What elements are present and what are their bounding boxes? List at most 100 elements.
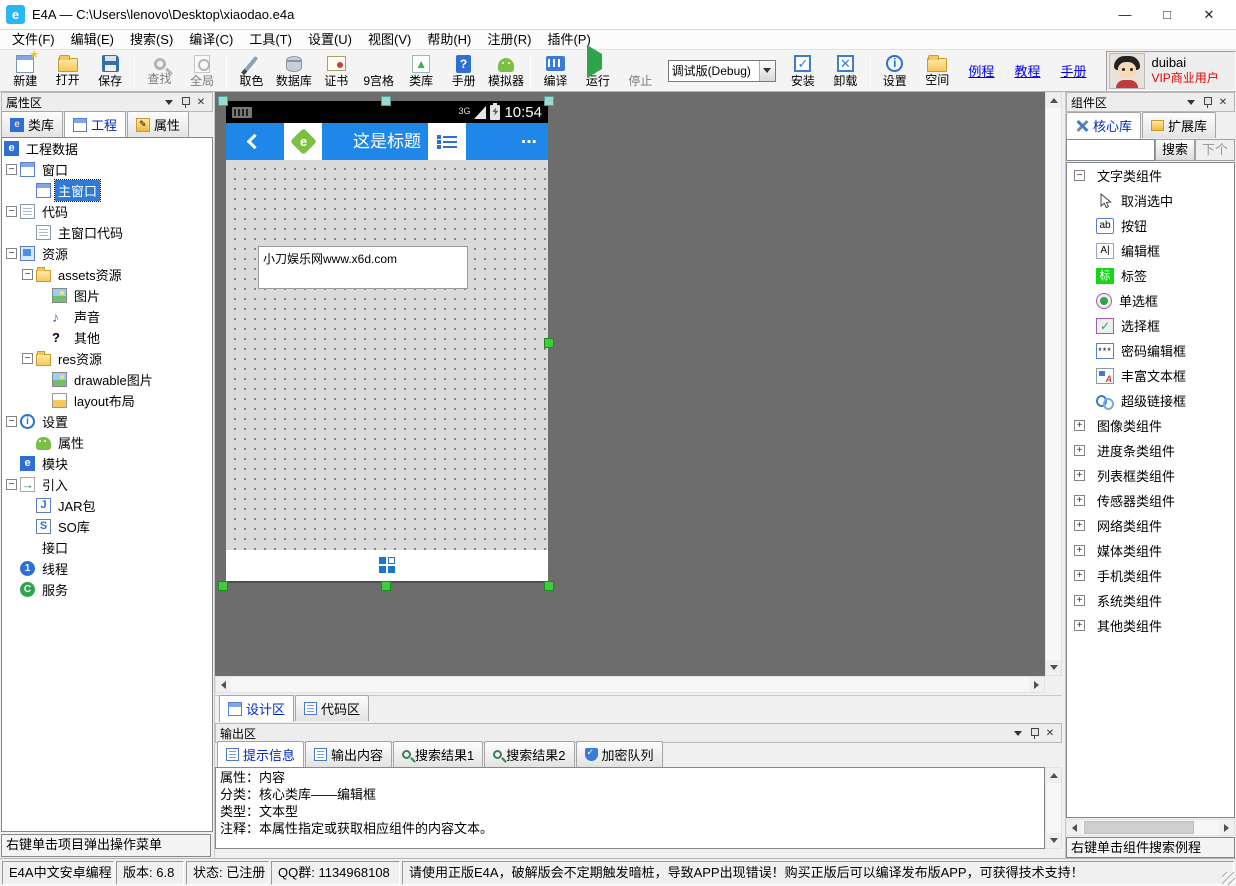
component-group-network[interactable]: 网络类组件 (1067, 513, 1234, 538)
scroll-up-button[interactable] (1046, 93, 1061, 108)
phone-form-preview[interactable]: 3G 10:54 这是标题 e ⋯ 小刀娱乐网www.x6d.com (226, 101, 548, 583)
tab-core-library[interactable]: 核心库 (1066, 112, 1141, 139)
form-design-grid[interactable]: 小刀娱乐网www.x6d.com (226, 160, 548, 550)
collapse-icon[interactable] (6, 479, 17, 490)
app-icon[interactable]: e (6, 5, 25, 24)
scrollbar-thumb[interactable] (1084, 821, 1194, 834)
toolbar-button-open[interactable]: 打开 (46, 51, 88, 91)
component-group-system[interactable]: 系统类组件 (1067, 588, 1234, 613)
scroll-down-button[interactable] (1046, 833, 1061, 848)
canvas-vertical-scrollbar[interactable] (1045, 92, 1062, 676)
output-message-area[interactable]: 属性：内容 分类：核心类库——编辑框 类型：文本型 注释：本属性指定或获取相应组… (215, 767, 1045, 849)
resize-handle-top-left[interactable] (218, 96, 228, 106)
component-group-media[interactable]: 媒体类组件 (1067, 538, 1234, 563)
app-logo-button[interactable]: e (284, 123, 322, 160)
toolbar-button-emulator[interactable]: 模拟器 (485, 51, 527, 91)
collapse-icon[interactable] (22, 269, 33, 280)
expand-icon[interactable] (1074, 420, 1085, 431)
tree-item-jar-packages[interactable]: JAR包 (2, 495, 212, 516)
tree-item-res-resources[interactable]: res资源 (2, 348, 212, 369)
toolbar-button-database[interactable]: 数据库 (273, 51, 315, 91)
tree-item-settings-group[interactable]: 设置 (2, 411, 212, 432)
toolbar-button-install[interactable]: ✓安装 (782, 51, 824, 91)
menu-help[interactable]: 帮助(H) (419, 30, 479, 49)
collapse-icon[interactable] (22, 353, 33, 364)
panel-close-icon[interactable]: ✕ (1216, 95, 1230, 109)
component-group-phone[interactable]: 手机类组件 (1067, 563, 1234, 588)
user-account-panel[interactable]: duibai VIP商业用户 (1106, 51, 1235, 91)
tree-item-images[interactable]: 图片 (2, 285, 212, 306)
panel-pin-icon[interactable] (1027, 726, 1041, 740)
tree-item-drawable-images[interactable]: drawable图片 (2, 369, 212, 390)
tree-item-imports-group[interactable]: 引入 (2, 474, 212, 495)
panel-dropdown-icon[interactable] (1011, 726, 1025, 740)
scroll-down-button[interactable] (1046, 660, 1061, 675)
tree-item-code-group[interactable]: 代码 (2, 201, 212, 222)
scroll-right-button[interactable] (1219, 820, 1234, 835)
component-group-other[interactable]: 其他类组件 (1067, 613, 1234, 638)
panel-pin-icon[interactable] (178, 95, 192, 109)
component-item-button[interactable]: ab按钮 (1067, 213, 1234, 238)
panel-close-icon[interactable]: ✕ (1043, 726, 1057, 740)
menu-file[interactable]: 文件(F) (4, 30, 63, 49)
tree-item-windows-group[interactable]: 窗口 (2, 159, 212, 180)
collapse-icon[interactable] (6, 206, 17, 217)
toolbar-button-settings[interactable]: 设置 (874, 51, 916, 91)
toolbar-button-space[interactable]: 空间 (916, 51, 958, 91)
dropdown-button[interactable] (759, 61, 775, 81)
tab-project[interactable]: 工程 (64, 111, 126, 138)
collapse-icon[interactable] (6, 416, 17, 427)
toolbar-button-new[interactable]: 新建 (4, 51, 46, 91)
tab-hint-info[interactable]: 提示信息 (217, 741, 304, 768)
tree-item-layout[interactable]: layout布局 (2, 390, 212, 411)
expand-icon[interactable] (1074, 520, 1085, 531)
tab-class-library[interactable]: 类库 (1, 111, 63, 137)
list-menu-button[interactable] (428, 123, 466, 160)
tree-item-main-window[interactable]: 主窗口 (2, 180, 212, 201)
collapse-icon[interactable] (6, 164, 17, 175)
panel-close-icon[interactable]: ✕ (194, 95, 208, 109)
expand-icon[interactable] (1074, 470, 1085, 481)
component-group-text[interactable]: 文字类组件 (1067, 163, 1234, 188)
design-canvas[interactable]: 3G 10:54 这是标题 e ⋯ 小刀娱乐网www.x6d.com (215, 92, 1045, 676)
menu-register[interactable]: 注册(R) (479, 30, 539, 49)
expand-icon[interactable] (1074, 495, 1085, 506)
link-manual[interactable]: 手册 (1060, 61, 1086, 80)
tab-search-result-1[interactable]: 搜索结果1 (393, 741, 483, 767)
tree-item-modules[interactable]: 模块 (2, 453, 212, 474)
toolbar-button-run[interactable]: 运行 (577, 51, 619, 91)
canvas-horizontal-scrollbar[interactable] (215, 676, 1045, 693)
tab-code-area[interactable]: 代码区 (295, 695, 369, 721)
tree-item-project-data[interactable]: 工程数据 (2, 138, 212, 159)
tree-item-main-window-code[interactable]: 主窗口代码 (2, 222, 212, 243)
link-tutorials[interactable]: 教程 (1014, 61, 1040, 80)
expand-icon[interactable] (1074, 445, 1085, 456)
menu-search[interactable]: 搜索(S) (122, 30, 181, 49)
menu-edit[interactable]: 编辑(E) (63, 30, 122, 49)
component-item-label[interactable]: 标标签 (1067, 263, 1234, 288)
tree-item-sounds[interactable]: 声音 (2, 306, 212, 327)
collapse-icon[interactable] (6, 248, 17, 259)
tree-item-threads[interactable]: 线程 (2, 558, 212, 579)
component-item-richtext[interactable]: 丰富文本框 (1067, 363, 1234, 388)
scroll-up-button[interactable] (1046, 768, 1061, 783)
component-item-checkbox[interactable]: ✓选择框 (1067, 313, 1234, 338)
tree-item-attributes[interactable]: 属性 (2, 432, 212, 453)
resize-handle-bottom-left[interactable] (218, 581, 228, 591)
panel-pin-icon[interactable] (1200, 95, 1214, 109)
tab-encrypt-queue[interactable]: 加密队列 (576, 741, 663, 767)
expand-icon[interactable] (1074, 595, 1085, 606)
toolbar-button-class-library[interactable]: 类库 (400, 51, 442, 91)
component-search-input[interactable] (1066, 139, 1155, 161)
output-vertical-scrollbar[interactable] (1045, 767, 1062, 849)
expand-icon[interactable] (1074, 545, 1085, 556)
tree-item-assets-resources[interactable]: assets资源 (2, 264, 212, 285)
component-item-password[interactable]: ***密码编辑框 (1067, 338, 1234, 363)
toolbar-button-9patch[interactable]: 9宫格 (358, 51, 400, 91)
minimize-button[interactable]: — (1104, 1, 1146, 29)
tab-search-result-2[interactable]: 搜索结果2 (484, 741, 574, 767)
tab-extension-library[interactable]: 扩展库 (1142, 112, 1216, 138)
maximize-button[interactable]: □ (1146, 1, 1188, 29)
tree-item-so-library[interactable]: SO库 (2, 516, 212, 537)
panel-dropdown-icon[interactable] (1184, 95, 1198, 109)
